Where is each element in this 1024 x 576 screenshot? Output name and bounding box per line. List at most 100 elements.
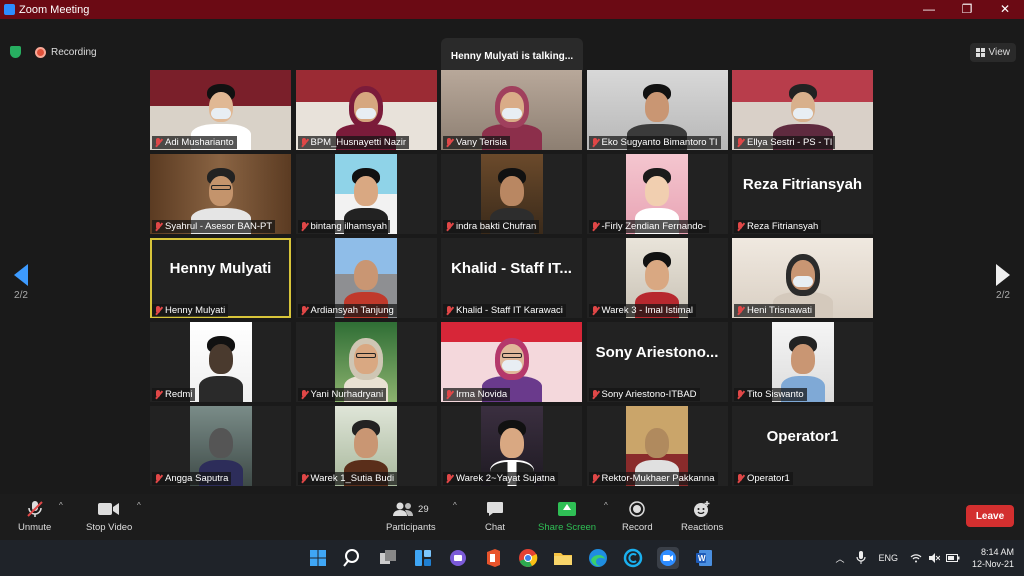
- office-icon[interactable]: [482, 547, 504, 569]
- chrome-icon[interactable]: [517, 547, 539, 569]
- mic-muted-icon: [300, 137, 308, 148]
- participant-name-label: Rektor-Mukhaer Pakkanna: [588, 472, 718, 485]
- teams-chat-icon[interactable]: [447, 547, 469, 569]
- participant-tile[interactable]: Ardiansyah Tanjung: [295, 238, 437, 318]
- search-icon[interactable]: [342, 547, 364, 569]
- clock-date: 12-Nov-21: [971, 559, 1014, 569]
- participant-tile[interactable]: Rektor-Mukhaer Pakkanna: [586, 406, 728, 486]
- participant-tile[interactable]: Sony Ariestono... Sony Ariestono-ITBAD: [586, 322, 728, 402]
- next-page-button[interactable]: 2/2: [996, 264, 1010, 301]
- stop-video-button[interactable]: Stop Video: [86, 500, 132, 533]
- participant-tile[interactable]: Ellya Sestri - PS - TI: [732, 70, 873, 150]
- unmute-button[interactable]: Unmute: [18, 500, 51, 533]
- participant-video: [189, 322, 252, 402]
- participant-tile[interactable]: Warek 1_Sutia Budi: [295, 406, 437, 486]
- language-indicator[interactable]: ENG: [878, 553, 898, 563]
- participant-tile[interactable]: -Firly Zendian Fernando-: [586, 154, 728, 234]
- word-icon[interactable]: W: [693, 547, 715, 569]
- record-icon: [629, 500, 646, 518]
- os-taskbar: W ︿ ENG 8:14 AM 12-Nov-21: [0, 540, 1024, 576]
- share-screen-button[interactable]: Share Screen: [538, 500, 596, 533]
- participant-name-label: Khalid - Staff IT Karawaci: [443, 304, 566, 317]
- taskbar-clock[interactable]: 8:14 AM 12-Nov-21: [972, 546, 1014, 570]
- participant-name: Yani Nurhadryani: [310, 389, 384, 400]
- participant-name: Eko Sugyanto Bimantoro TI: [601, 137, 718, 148]
- participant-tile[interactable]: Redmi: [150, 322, 291, 402]
- edge-icon[interactable]: [587, 547, 609, 569]
- participant-tile[interactable]: Adi Musharianto: [150, 70, 291, 150]
- mic-muted-icon: [736, 221, 744, 232]
- participant-tile[interactable]: indra bakti Chufran: [441, 154, 582, 234]
- participant-tile[interactable]: Eko Sugyanto Bimantoro TI: [586, 70, 728, 150]
- windows-start-icon[interactable]: [307, 547, 329, 569]
- record-button[interactable]: Record: [622, 500, 653, 533]
- participant-tile[interactable]: Angga Saputra: [150, 406, 291, 486]
- participant-name: bintang ilhamsyah: [310, 221, 388, 232]
- participant-tile[interactable]: Vany Terisia: [441, 70, 582, 150]
- security-shield-icon[interactable]: [10, 46, 21, 58]
- battery-icon: [945, 554, 960, 562]
- participants-options-caret[interactable]: ^: [453, 501, 457, 510]
- participant-name-label: Warek 3 - Imal Istimal: [588, 304, 696, 317]
- leave-button[interactable]: Leave: [966, 505, 1014, 527]
- audio-options-caret[interactable]: ^: [59, 501, 63, 510]
- participant-tile[interactable]: Syahrul - Asesor BAN-PT: [150, 154, 291, 234]
- view-button[interactable]: View: [969, 43, 1016, 62]
- cortana-app-icon[interactable]: [622, 547, 644, 569]
- task-view-icon[interactable]: [377, 547, 399, 569]
- participant-tile[interactable]: Khalid - Staff IT... Khalid - Staff IT Ka…: [441, 238, 582, 318]
- share-options-caret[interactable]: ^: [604, 501, 608, 510]
- smiley-plus-icon: [693, 500, 711, 518]
- microphone-icon[interactable]: [856, 550, 867, 566]
- participant-name: Khalid - Staff IT Karawaci: [456, 305, 563, 316]
- participant-name: Ellya Sestri - PS - TI: [747, 137, 833, 148]
- mic-muted-icon: [591, 389, 599, 400]
- participant-tile[interactable]: Warek 3 - Imal Istimal: [586, 238, 728, 318]
- participant-tile[interactable]: Irma Novida: [441, 322, 582, 402]
- participant-tile[interactable]: Operator1 Operator1: [732, 406, 873, 486]
- svg-text:W: W: [698, 554, 706, 563]
- participant-tile[interactable]: Heni Trisnawati: [732, 238, 873, 318]
- widgets-icon[interactable]: [412, 547, 434, 569]
- participant-name: Heni Trisnawati: [747, 305, 812, 316]
- mic-muted-icon: [736, 137, 744, 148]
- participants-button[interactable]: 29 Participants: [386, 500, 436, 533]
- video-options-caret[interactable]: ^: [137, 501, 141, 510]
- participant-name: Operator1: [747, 473, 790, 484]
- participant-name: Tito Siswanto: [747, 389, 804, 400]
- participant-tile[interactable]: Warek 2~Yayat Sujatna: [441, 406, 582, 486]
- zoom-taskbar-icon[interactable]: [657, 547, 679, 569]
- reactions-button[interactable]: Reactions: [681, 500, 723, 533]
- chevron-up-icon[interactable]: ︿: [835, 552, 844, 565]
- clock-time: 8:14 AM: [980, 547, 1014, 557]
- prev-page-button[interactable]: 2/2: [14, 264, 28, 301]
- participant-name: Henny Mulyati: [165, 305, 226, 316]
- participant-name: Adi Musharianto: [165, 137, 234, 148]
- participants-label: Participants: [386, 522, 436, 533]
- participant-display-name: Henny Mulyati: [169, 260, 272, 277]
- chevron-right-icon: [996, 264, 1010, 286]
- file-explorer-icon[interactable]: [552, 547, 574, 569]
- record-label: Record: [622, 522, 653, 533]
- mic-muted-icon: [591, 137, 599, 148]
- close-button[interactable]: ✕: [986, 0, 1024, 19]
- mic-muted-icon: [300, 389, 308, 400]
- participant-tile[interactable]: Yani Nurhadryani: [295, 322, 437, 402]
- participants-count: 29: [418, 503, 429, 515]
- mic-muted-icon: [154, 137, 162, 148]
- chat-button[interactable]: Chat: [485, 500, 505, 533]
- participant-name: Warek 2~Yayat Sujatna: [456, 473, 556, 484]
- participant-tile[interactable]: BPM_Husnayetti Nazir: [295, 70, 437, 150]
- participant-name-label: Redmi: [152, 388, 196, 401]
- participant-tile[interactable]: Reza Fitriansyah Reza Fitriansyah: [732, 154, 873, 234]
- recording-label: Recording: [51, 46, 97, 58]
- participant-name-label: Heni Trisnawati: [734, 304, 815, 317]
- participant-tile[interactable]: Henny Mulyati Henny Mulyati: [150, 238, 291, 318]
- wifi-icon: [910, 554, 922, 563]
- participant-tile[interactable]: Tito Siswanto: [732, 322, 873, 402]
- participant-name: Warek 1_Sutia Budi: [310, 473, 395, 484]
- minimize-button[interactable]: —: [910, 0, 948, 19]
- maximize-button[interactable]: ❐: [948, 0, 986, 19]
- participant-tile[interactable]: bintang ilhamsyah: [295, 154, 437, 234]
- system-tray: ︿ ENG 8:14 AM 12-Nov-21: [835, 546, 1014, 570]
